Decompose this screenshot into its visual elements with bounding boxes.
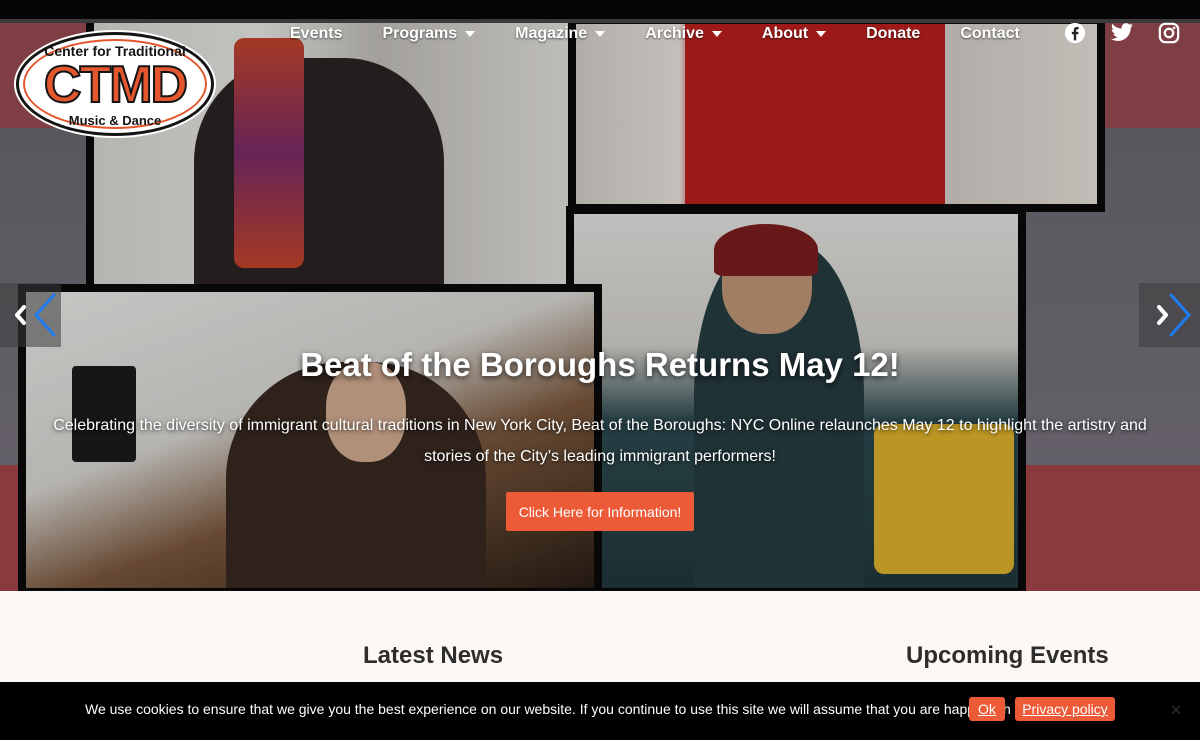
nav-item-label: Contact [960,25,1020,42]
caret-down-icon [816,31,827,37]
nav-item-about[interactable]: About [761,25,827,43]
logo-bottom-text: Music & Dance [68,113,162,128]
nav-item-contact[interactable]: Contact [960,25,1020,43]
twitter-icon[interactable] [1110,22,1134,44]
nav-item-label: Events [290,25,343,42]
cookie-message: We use cookies to ensure that we give yo… [85,701,1026,717]
facebook-icon[interactable] [1063,22,1087,44]
hero-description: Celebrating the diversity of immigrant c… [53,417,1147,465]
privacy-policy-button[interactable]: Privacy policy [1015,697,1115,721]
caret-down-icon [711,31,722,37]
hero-title: Beat of the Boroughs Returns May 12! [300,346,900,383]
nav-item-label: Magazine [515,25,588,42]
cookie-ok-button[interactable]: Ok [969,697,1005,721]
nav-item-programs[interactable]: Programs [382,25,476,43]
nav-item-events[interactable]: Events [290,25,342,43]
nav-item-archive[interactable]: Archive [645,25,722,43]
latest-news-heading: Latest News [363,642,504,669]
cookie-banner: We use cookies to ensure that we give yo… [0,682,1200,740]
main-nav: Events Programs Magazine Archive About D… [290,22,1020,46]
nav-item-label: About [761,25,809,42]
site-logo[interactable]: Center for Traditional CTMD Music & Danc… [16,32,214,136]
chevron-left-icon [14,293,55,337]
chevron-right-icon [1156,293,1191,337]
slider-next-button[interactable] [1139,283,1200,347]
caret-down-icon [595,31,606,37]
nav-item-donate[interactable]: Donate [866,25,920,43]
instagram-icon[interactable] [1157,22,1181,44]
nav-item-label: Programs [382,25,458,42]
upcoming-events-heading: Upcoming Events [906,642,1109,669]
nav-item-label: Archive [645,25,704,42]
nav-item-magazine[interactable]: Magazine [515,25,606,43]
slider-prev-button[interactable] [0,283,61,347]
nav-item-label: Donate [866,25,921,42]
caret-down-icon [465,31,476,37]
logo-mark: CTMD [43,55,189,115]
hero-info-button[interactable]: Click Here for Information! [506,492,694,531]
close-icon[interactable]: × [1167,701,1185,719]
